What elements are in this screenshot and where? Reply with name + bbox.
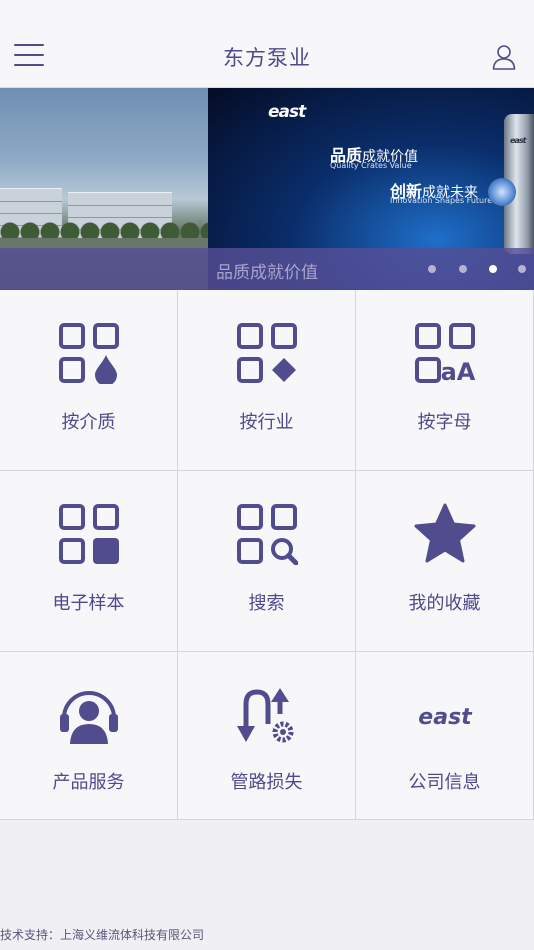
east-logo-icon: east <box>418 705 473 730</box>
grid-droplet-icon <box>58 323 119 384</box>
grid-letters-icon: aA <box>414 323 475 384</box>
carousel-dot-2[interactable] <box>459 265 467 273</box>
menu-item-label: 公司信息 <box>408 772 481 793</box>
star-icon <box>414 503 475 563</box>
menu-item-label: 产品服务 <box>52 772 125 793</box>
menu-item-label: 按字母 <box>417 412 472 433</box>
menu-grid: 按介质 按行业 aA 按字母 电子样本 搜索 我的收藏 产品服务 管路损失 ea… <box>0 290 534 820</box>
pipe-loss-icon <box>236 688 293 743</box>
menu-item-pipe-loss[interactable]: 管路损失 <box>178 652 356 820</box>
east-logo: east <box>268 102 306 122</box>
menu-item-company-info[interactable]: east 公司信息 <box>356 652 534 820</box>
user-profile-icon[interactable] <box>492 44 516 70</box>
menu-item-label: 我的收藏 <box>408 593 481 614</box>
carousel-dot-1[interactable] <box>428 265 436 273</box>
grid-diamond-icon <box>236 323 297 383</box>
menu-item-by-letter[interactable]: aA 按字母 <box>356 290 534 471</box>
banner-caption: 品质成就价值 <box>216 263 318 283</box>
carousel-dot-3[interactable] <box>489 265 497 273</box>
banner-caption-bar: 品质成就价值 <box>0 248 534 290</box>
menu-item-label: 搜索 <box>248 593 285 614</box>
grid-sample-icon <box>58 504 119 564</box>
banner-carousel[interactable]: east 品质成就价值 Quality Crates Value 创新成就未来 … <box>0 88 534 290</box>
app-header: 东方泵业 <box>0 0 534 88</box>
svg-text:east: east <box>418 705 473 730</box>
menu-item-by-industry[interactable]: 按行业 <box>178 290 356 471</box>
menu-item-e-catalog[interactable]: 电子样本 <box>0 471 178 652</box>
grid-search-icon <box>236 504 298 565</box>
menu-item-by-medium[interactable]: 按介质 <box>0 290 178 471</box>
page-title: 东方泵业 <box>223 46 311 70</box>
headset-user-icon <box>59 691 118 744</box>
menu-item-search[interactable]: 搜索 <box>178 471 356 652</box>
footer-credit: 技术支持：上海义维流体科技有限公司 <box>0 928 205 942</box>
menu-item-favorites[interactable]: 我的收藏 <box>356 471 534 652</box>
carousel-dot-4[interactable] <box>518 265 526 273</box>
menu-item-product-service[interactable]: 产品服务 <box>0 652 178 820</box>
menu-item-label: 按行业 <box>239 412 294 433</box>
pump-impeller-image <box>488 178 516 206</box>
menu-item-label: 管路损失 <box>230 772 303 793</box>
menu-item-label: 按介质 <box>61 412 116 433</box>
svg-text:aA: aA <box>440 358 475 384</box>
menu-item-label: 电子样本 <box>52 593 125 614</box>
slogan-secondary-en: Innovation Shapes Future <box>390 196 493 205</box>
slogan-primary-en: Quality Crates Value <box>330 161 412 170</box>
